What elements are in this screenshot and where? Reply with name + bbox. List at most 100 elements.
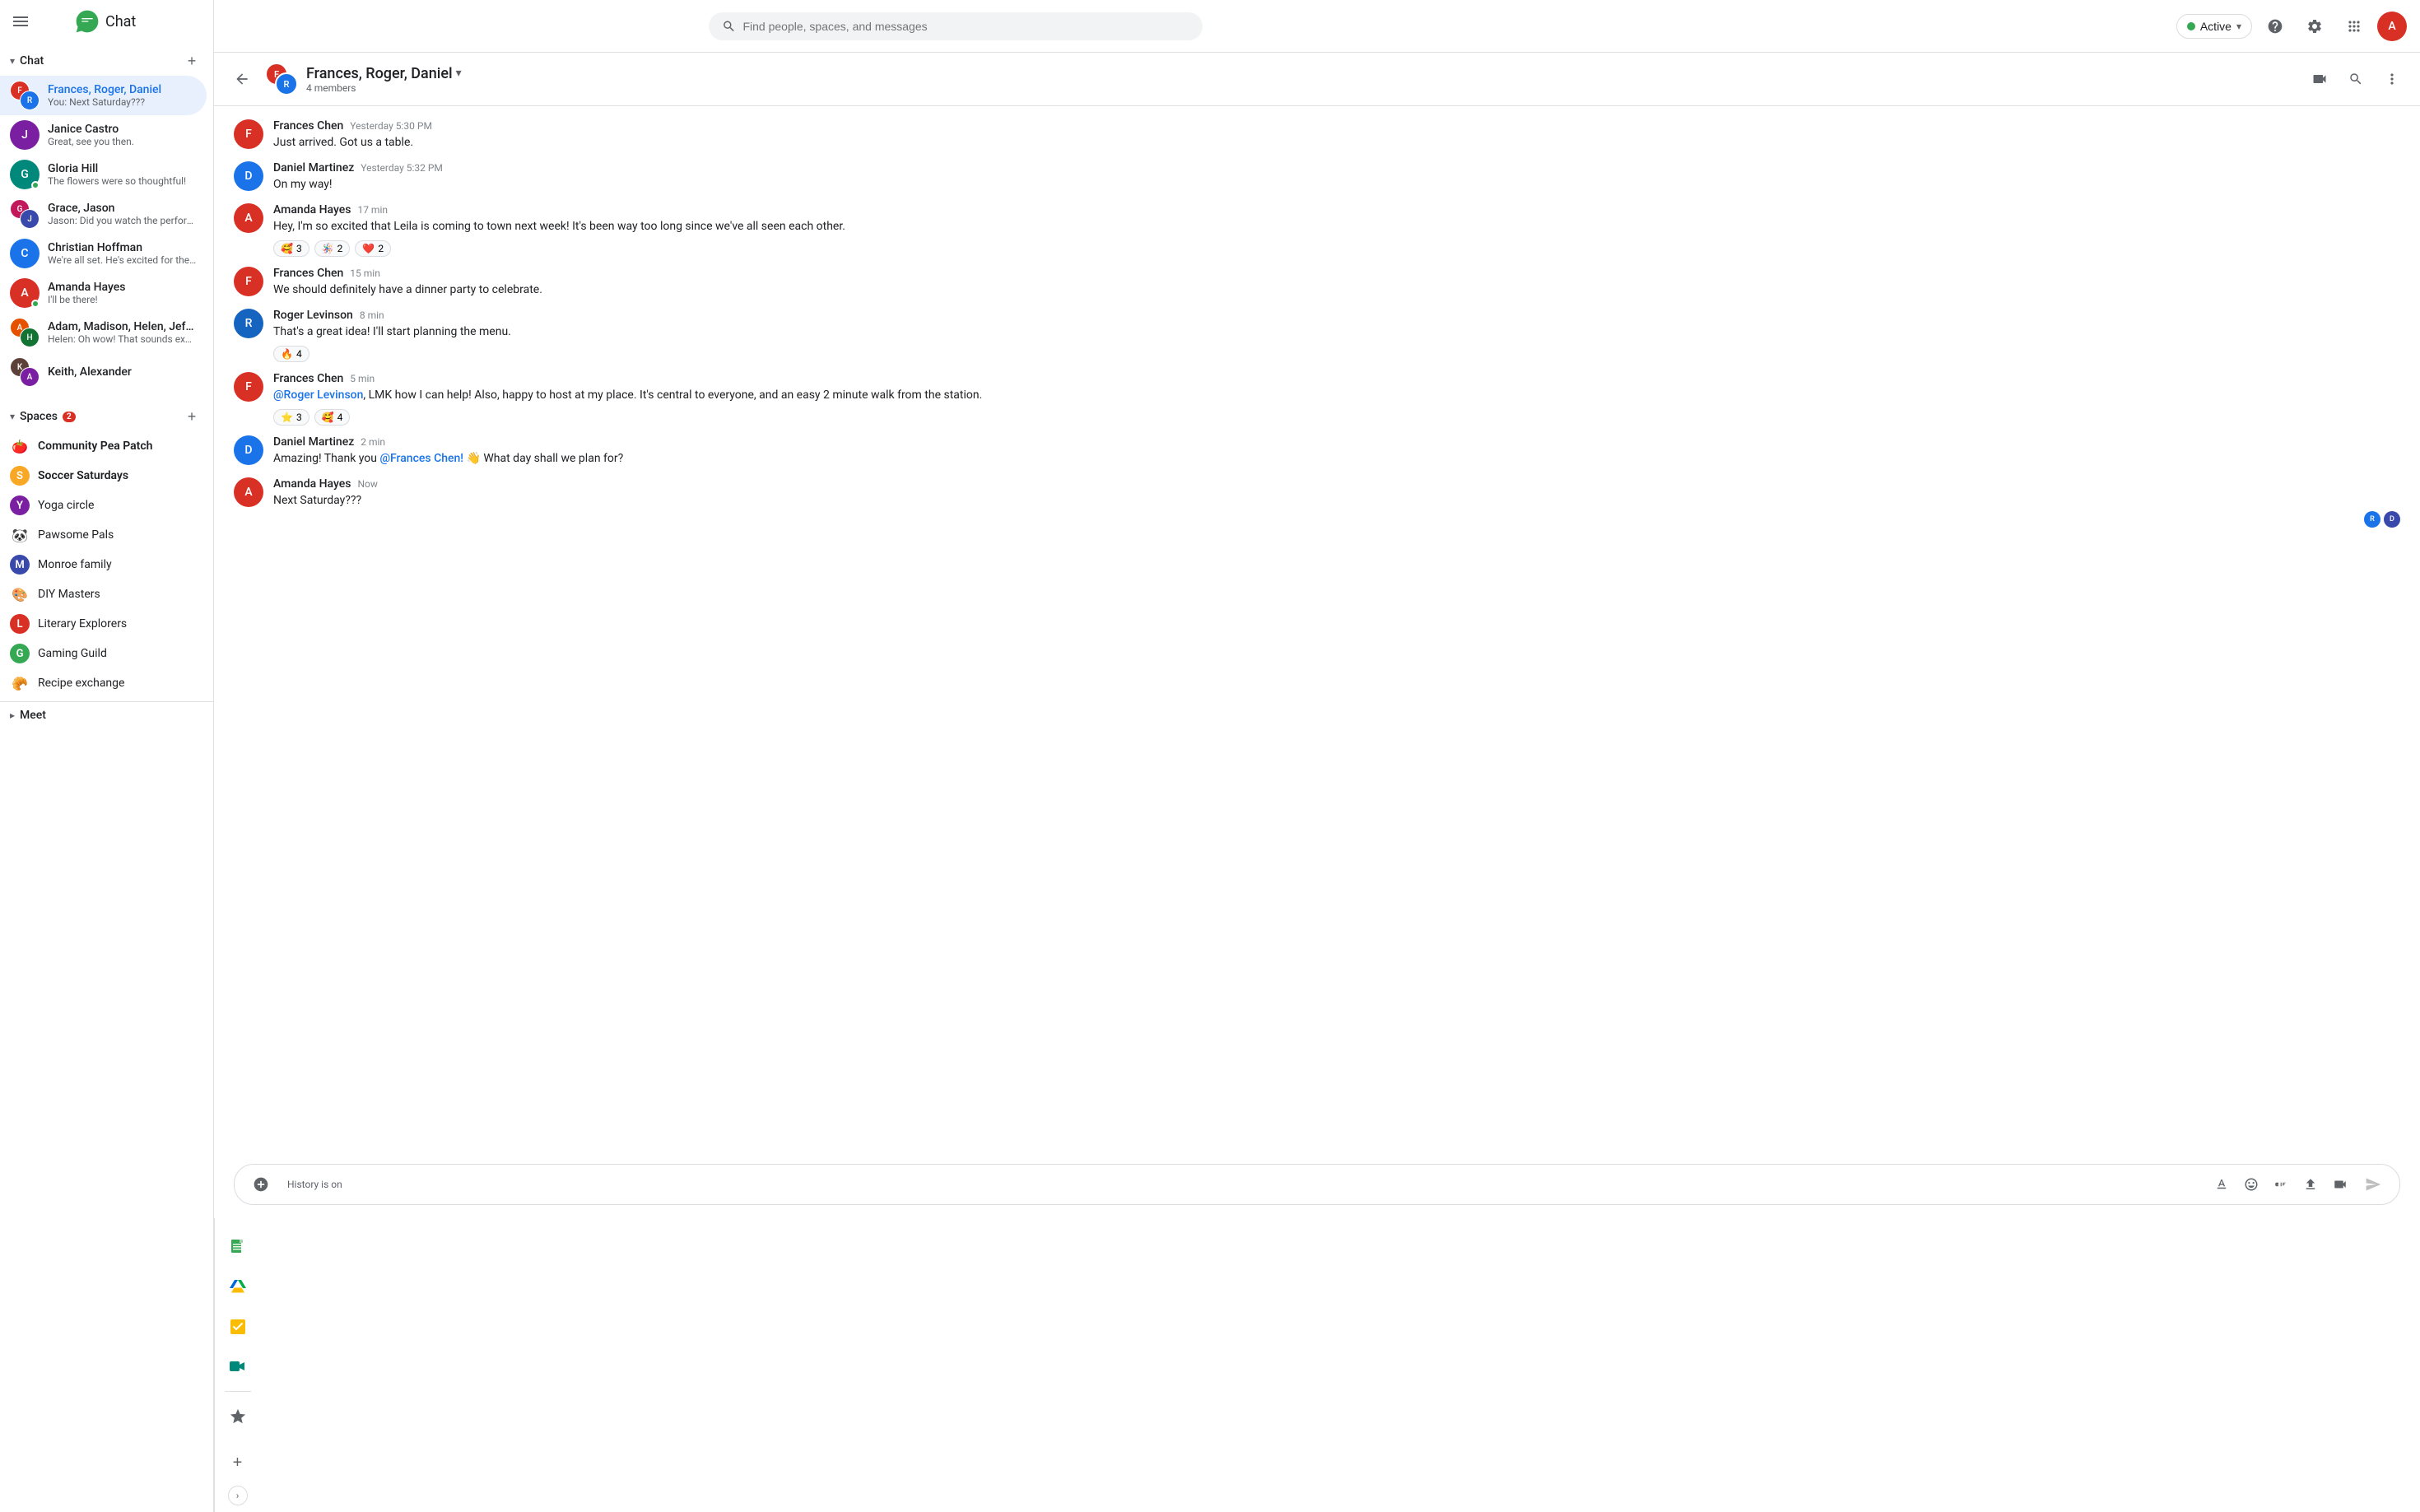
message-input[interactable] (356, 1178, 2202, 1191)
google-sheets-icon[interactable] (221, 1231, 254, 1264)
search-in-chat-button[interactable] (2341, 64, 2371, 94)
chat-list-item[interactable]: G J Grace, Jason Jason: Did you watch th… (0, 194, 207, 234)
spaces-list: 🍅 Community Pea PatchS Soccer SaturdaysY… (0, 431, 213, 698)
avatar-wrap: C (10, 239, 40, 268)
reaction[interactable]: 🔥 4 (273, 346, 309, 362)
reaction[interactable]: ⭐ 3 (273, 409, 309, 426)
back-button[interactable] (227, 64, 257, 94)
message-sender: Frances Chen (273, 119, 343, 133)
chat-list: F R Frances, Roger, Daniel You: Next Sat… (0, 76, 213, 392)
input-container: History is on (234, 1164, 2400, 1205)
space-name: Community Pea Patch (38, 440, 152, 453)
group-avatar: K A (10, 357, 40, 387)
message-avatar: A (234, 203, 263, 233)
help-button[interactable] (2259, 10, 2292, 43)
chat-header-avatars: F R (265, 63, 298, 95)
emoji-button[interactable] (2238, 1171, 2264, 1198)
chat-section-header[interactable]: ▾ Chat + (0, 43, 213, 76)
spaces-chevron-icon: ▾ (10, 411, 15, 422)
chat-list-item[interactable]: A Amanda Hayes I'll be there! (0, 273, 207, 313)
user-avatar[interactable]: A (2377, 12, 2407, 41)
message-avatar: D (234, 161, 263, 191)
add-app-button[interactable]: + (221, 1446, 254, 1479)
space-letter-icon: Y (10, 495, 30, 515)
message-time: Yesterday 5:30 PM (350, 120, 432, 132)
space-list-item[interactable]: S Soccer Saturdays (0, 461, 207, 491)
message-text: We should definitely have a dinner party… (273, 281, 2400, 299)
reaction[interactable]: 🥰 4 (314, 409, 351, 426)
send-button[interactable] (2360, 1171, 2386, 1198)
chat-logo-icon (74, 8, 100, 35)
settings-button[interactable] (2298, 10, 2331, 43)
message-sender: Amanda Hayes (273, 203, 351, 216)
add-attachment-button[interactable] (248, 1171, 274, 1198)
chat-list-item[interactable]: G Gloria Hill The flowers were so though… (0, 155, 207, 194)
space-list-item[interactable]: Y Yoga circle (0, 491, 207, 520)
space-list-item[interactable]: 🥐 Recipe exchange (0, 668, 207, 698)
space-list-item[interactable]: 🎨 DIY Masters (0, 579, 207, 609)
google-meet-icon[interactable] (221, 1350, 254, 1383)
reaction[interactable]: 🥰 3 (273, 240, 309, 257)
message-text: That's a great idea! I'll start planning… (273, 323, 2400, 341)
search-input[interactable] (742, 20, 1189, 33)
reaction[interactable]: 🪅 2 (314, 240, 351, 257)
message-time: Yesterday 5:32 PM (361, 162, 443, 174)
message-sender: Daniel Martinez (273, 161, 354, 174)
chat-item-name: Frances, Roger, Daniel (48, 83, 197, 96)
chat-list-item[interactable]: F R Frances, Roger, Daniel You: Next Sat… (0, 76, 207, 115)
user-avatar: C (10, 239, 40, 268)
search-bar[interactable] (709, 12, 1203, 40)
new-space-button[interactable]: + (180, 405, 203, 428)
video-call-button[interactable] (2305, 64, 2334, 94)
message-text: Next Saturday??? (273, 492, 2400, 509)
chat-item-name: Adam, Madison, Helen, Jeffrey (48, 320, 197, 333)
meet-chevron-icon: ▸ (10, 709, 15, 721)
message-text: On my way! (273, 176, 2400, 193)
status-dot (2187, 22, 2195, 30)
hamburger-icon[interactable] (10, 11, 31, 32)
meet-section[interactable]: ▸ Meet (0, 701, 213, 728)
space-list-item[interactable]: L Literary Explorers (0, 609, 207, 639)
status-button[interactable]: Active ▾ (2176, 14, 2252, 39)
group-avatar: A H (10, 318, 40, 347)
message-time: 2 min (361, 436, 385, 448)
chat-list-item[interactable]: J Janice Castro Great, see you then. (0, 115, 207, 155)
chat-item-name: Amanda Hayes (48, 281, 197, 294)
chat-header-title: Frances, Roger, Daniel (306, 65, 453, 82)
space-list-item[interactable]: M Monroe family (0, 550, 207, 579)
chat-item-preview: Jason: Did you watch the performan ... (48, 215, 197, 226)
upload-button[interactable] (2297, 1171, 2324, 1198)
chat-list-item[interactable]: A H Adam, Madison, Helen, Jeffrey Helen:… (0, 313, 207, 352)
space-list-item[interactable]: G Gaming Guild (0, 639, 207, 668)
gif-button[interactable] (2268, 1171, 2294, 1198)
new-chat-button[interactable]: + (180, 49, 203, 72)
message-avatar: D (234, 435, 263, 465)
google-drive-icon[interactable] (221, 1271, 254, 1304)
online-indicator (31, 300, 40, 308)
chat-item-preview: The flowers were so thoughtful! (48, 175, 197, 187)
app-logo (40, 8, 66, 35)
chat-header-members: 4 members (306, 82, 2297, 94)
message-avatar: F (234, 267, 263, 296)
chat-item-preview: We're all set. He's excited for the trip… (48, 254, 197, 266)
bookmarks-icon[interactable] (221, 1400, 254, 1433)
right-sidebar: + › (214, 1218, 260, 1512)
message-text: Amazing! Thank you @Frances Chen! 👋 What… (273, 450, 2400, 468)
video-button[interactable] (2327, 1171, 2353, 1198)
chat-chevron-icon: ▾ (10, 55, 15, 67)
apps-button[interactable] (2338, 10, 2371, 43)
chat-list-item[interactable]: K A Keith, Alexander (0, 352, 207, 392)
group-avatar: G J (10, 199, 40, 229)
format-text-button[interactable] (2208, 1171, 2235, 1198)
user-avatar: J (10, 120, 40, 150)
chat-list-item[interactable]: C Christian Hoffman We're all set. He's … (0, 234, 207, 273)
space-list-item[interactable]: 🐼 Pawsome Pals (0, 520, 207, 550)
google-tasks-icon[interactable] (221, 1310, 254, 1343)
spaces-section-header[interactable]: ▾ Spaces 2 + (0, 398, 213, 431)
reaction[interactable]: ❤️ 2 (355, 240, 391, 257)
spaces-badge: 2 (63, 412, 76, 422)
expand-sidebar-button[interactable]: › (228, 1486, 248, 1505)
more-options-button[interactable] (2377, 64, 2407, 94)
space-list-item[interactable]: 🍅 Community Pea Patch (0, 431, 207, 461)
chat-header-chevron-icon[interactable]: ▾ (456, 67, 462, 80)
